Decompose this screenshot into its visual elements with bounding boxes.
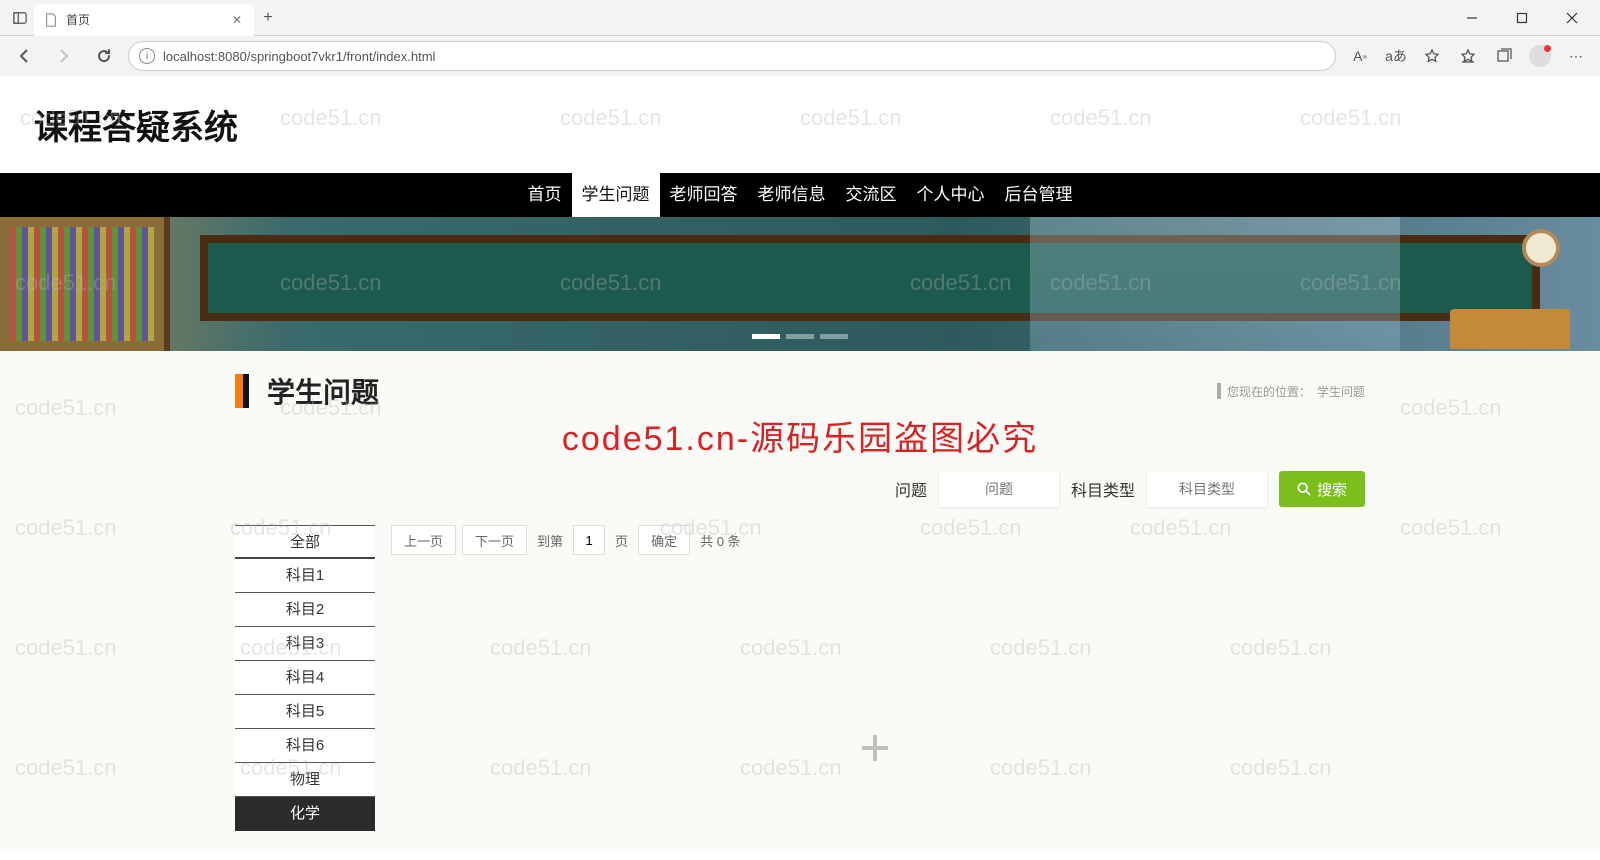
loading-spinner-icon	[862, 735, 888, 761]
forward-button[interactable]	[48, 40, 80, 72]
carousel-dots[interactable]	[752, 334, 848, 339]
toolbar-icons: A» aあ ⋯	[1344, 40, 1592, 72]
browser-chrome: 首页 ✕ + i localhost:8080/springboot7vkr1/…	[0, 0, 1600, 76]
sidebar-item[interactable]: 科目6	[235, 729, 375, 763]
pager-page-input[interactable]	[573, 525, 605, 555]
browser-tab[interactable]: 首页 ✕	[34, 4, 254, 36]
banner	[0, 217, 1600, 351]
pager-next-button[interactable]: 下一页	[462, 525, 527, 555]
banner-bookshelf	[0, 217, 170, 351]
sidebar-item[interactable]: 科目3	[235, 627, 375, 661]
search-question-input[interactable]	[939, 471, 1059, 507]
window-controls	[1450, 4, 1594, 32]
maximize-button[interactable]	[1500, 4, 1544, 32]
section-title: 学生问题	[257, 371, 379, 411]
sidebar-item[interactable]: 全部	[235, 525, 375, 559]
main-row: 全部科目1科目2科目3科目4科目5科目6物理化学 上一页 下一页 到第 页 确定…	[235, 525, 1365, 831]
section-accent-bar	[235, 374, 243, 408]
banner-desk	[1450, 309, 1570, 349]
content-area: 学生问题 您现在的位置： 学生问题 code51.cn-源码乐园盗图必究 问题 …	[0, 351, 1600, 851]
new-tab-button[interactable]: +	[254, 4, 282, 32]
search-type-input[interactable]	[1147, 471, 1267, 507]
tab-overview-button[interactable]	[6, 4, 34, 32]
settings-icon[interactable]: A»	[1344, 40, 1376, 72]
breadcrumb: 您现在的位置： 学生问题	[1217, 383, 1365, 400]
section-header: 学生问题 您现在的位置： 学生问题	[235, 371, 1365, 411]
page-icon	[44, 13, 58, 27]
pager-prev-button[interactable]: 上一页	[391, 525, 456, 555]
banner-window	[1030, 217, 1400, 351]
sidebar-item[interactable]: 科目1	[235, 559, 375, 593]
tab-title: 首页	[66, 11, 90, 28]
carousel-dot[interactable]	[752, 334, 780, 339]
site-info-icon[interactable]: i	[139, 48, 155, 64]
pager-confirm-button[interactable]: 确定	[638, 525, 690, 555]
nav-item[interactable]: 交流区	[836, 173, 907, 217]
menu-button[interactable]: ⋯	[1560, 40, 1592, 72]
back-button[interactable]	[8, 40, 40, 72]
nav-item[interactable]: 老师信息	[748, 173, 836, 217]
address-bar-row: i localhost:8080/springboot7vkr1/front/i…	[0, 36, 1600, 76]
sidebar-item[interactable]: 化学	[235, 797, 375, 831]
minimize-button[interactable]	[1450, 4, 1494, 32]
carousel-dot[interactable]	[820, 334, 848, 339]
favorites-icon[interactable]	[1452, 40, 1484, 72]
sidebar-item[interactable]: 科目5	[235, 695, 375, 729]
pager-goto-label: 到第	[533, 531, 567, 550]
page: 课程答疑系统 首页学生问题老师回答老师信息交流区个人中心后台管理 学生问题 您现…	[0, 76, 1600, 851]
read-aloud-icon[interactable]: aあ	[1380, 40, 1412, 72]
close-icon[interactable]: ✕	[230, 13, 244, 27]
nav-item[interactable]: 老师回答	[660, 173, 748, 217]
pager-total: 共 0 条	[696, 531, 744, 550]
sidebar-item[interactable]: 物理	[235, 763, 375, 797]
search-icon	[1297, 482, 1311, 496]
search-button-label: 搜索	[1317, 479, 1347, 500]
tab-strip: 首页 ✕ +	[0, 0, 1600, 36]
profile-button[interactable]	[1524, 40, 1556, 72]
address-bar[interactable]: i localhost:8080/springboot7vkr1/front/i…	[128, 41, 1336, 71]
close-button[interactable]	[1550, 4, 1594, 32]
breadcrumb-current: 学生问题	[1317, 383, 1365, 400]
sidebar-item[interactable]: 科目2	[235, 593, 375, 627]
pager: 上一页 下一页 到第 页 确定 共 0 条	[385, 525, 1365, 555]
banner-clock	[1522, 229, 1560, 267]
carousel-dot[interactable]	[786, 334, 814, 339]
avatar	[1529, 45, 1551, 67]
nav-item[interactable]: 学生问题	[572, 173, 660, 217]
nav-item[interactable]: 后台管理	[995, 173, 1083, 217]
pager-page-label: 页	[611, 531, 632, 550]
nav-item[interactable]: 首页	[518, 173, 572, 217]
sidebar: 全部科目1科目2科目3科目4科目5科目6物理化学	[235, 525, 375, 831]
collections-icon[interactable]	[1488, 40, 1520, 72]
nav-item[interactable]: 个人中心	[907, 173, 995, 217]
navbar: 首页学生问题老师回答老师信息交流区个人中心后台管理	[0, 173, 1600, 217]
watermark-text: code51.cn-源码乐园盗图必究	[562, 411, 1038, 460]
breadcrumb-label: 您现在的位置：	[1227, 383, 1311, 400]
search-question-label: 问题	[895, 477, 927, 501]
search-type-label: 科目类型	[1071, 477, 1135, 501]
favorite-icon[interactable]	[1416, 40, 1448, 72]
search-button[interactable]: 搜索	[1279, 471, 1365, 507]
sidebar-item[interactable]: 科目4	[235, 661, 375, 695]
url-text: localhost:8080/springboot7vkr1/front/ind…	[163, 49, 435, 64]
refresh-button[interactable]	[88, 40, 120, 72]
site-title: 课程答疑系统	[0, 76, 1600, 173]
breadcrumb-accent	[1217, 383, 1221, 399]
